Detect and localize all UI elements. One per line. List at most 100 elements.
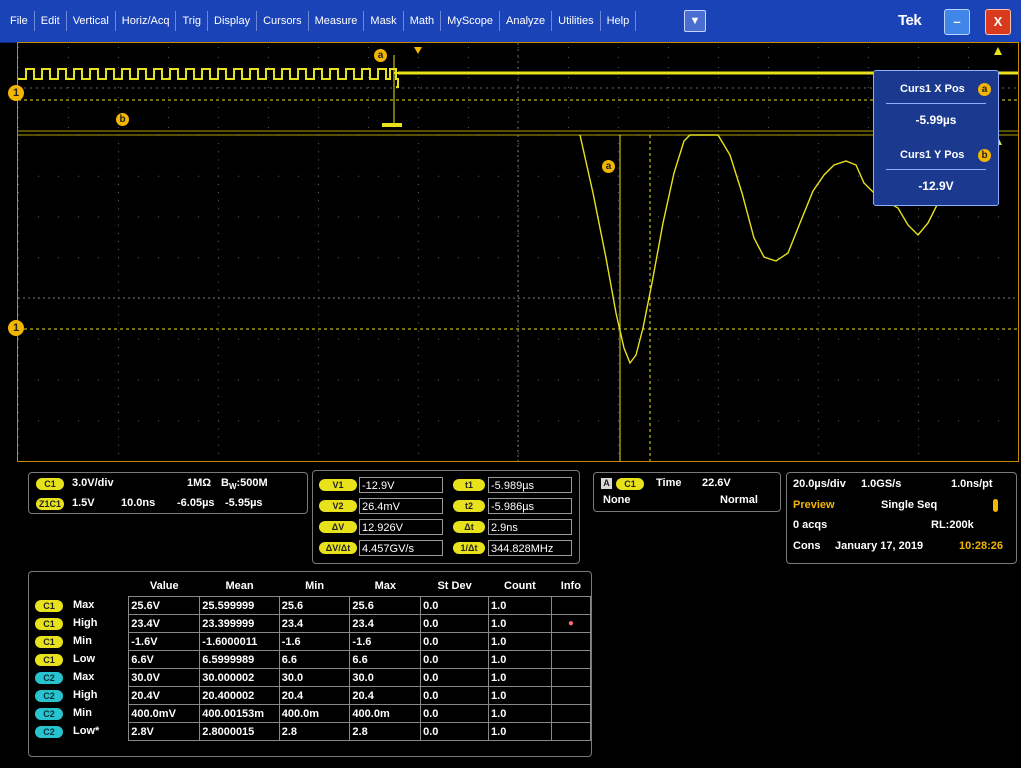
clock-time: 10:28:26 <box>959 540 1004 552</box>
meas-row-label: C1 Low <box>31 651 129 669</box>
trigger-mode: Normal <box>720 494 758 506</box>
meas-cell-max: 30.0 <box>349 668 422 687</box>
menu-edit[interactable]: Edit <box>35 11 67 31</box>
meas-cell-count: 1.0 <box>488 596 552 615</box>
sample-rate: 1.0GS/s <box>861 478 902 490</box>
meas-cell-value: 6.6V <box>128 650 201 669</box>
menu-cursors[interactable]: Cursors <box>257 11 309 31</box>
meas-cell-count: 1.0 <box>488 668 552 687</box>
menu-myscope[interactable]: MyScope <box>441 11 501 31</box>
thermometer-icon <box>993 499 998 512</box>
minimize-icon[interactable]: – <box>944 9 970 35</box>
date: January 17, 2019 <box>835 540 924 552</box>
menu-file[interactable]: File <box>4 11 35 31</box>
trigger-panel[interactable]: A C1 Time 22.6V None Normal <box>593 472 781 512</box>
meas-cell-max: 6.6 <box>349 650 422 669</box>
cursor-dt-value: 2.9ns <box>488 519 572 535</box>
close-icon[interactable]: X <box>985 9 1011 35</box>
trigger-source-pill[interactable]: C1 <box>616 478 644 490</box>
c1-vertical-scale: 3.0V/div <box>72 477 114 489</box>
meas-channel-pill: C2 <box>35 689 63 702</box>
ch1-main-marker[interactable]: 1 <box>8 320 24 336</box>
meas-cell-stdev: 0.0 <box>420 650 490 669</box>
meas-cell-max: 25.6 <box>349 596 422 615</box>
waveform-display[interactable] <box>17 42 1019 462</box>
meas-cell-count: 1.0 <box>488 686 552 705</box>
cursor-values-panel[interactable]: V1 -12.9V t1 -5.989µs V2 26.4mV t2 -5.986µs ΔV 12… <box>312 470 580 564</box>
meas-cell-value: 25.6V <box>128 596 201 615</box>
meas-header-mean: Mean <box>225 580 254 592</box>
meas-cell-mean: -1.6000011 <box>199 632 280 651</box>
cursor-b-overview-marker[interactable]: b <box>116 113 129 126</box>
c1-pill[interactable]: C1 <box>36 478 64 490</box>
table-row[interactable]: C2 High 20.4V 20.400002 20.4 20.4 0.0 1.0 <box>31 686 592 705</box>
meas-row-label: C1 High <box>31 615 129 633</box>
meas-cell-mean: 25.599999 <box>199 596 280 615</box>
meas-type-label: Max <box>73 598 95 611</box>
meas-cell-value: -1.6V <box>128 632 201 651</box>
meas-cell-mean: 2.8000015 <box>199 722 280 741</box>
cursor-dvdt-value: 4.457GV/s <box>359 540 443 556</box>
timebase: 20.0µs/div <box>793 478 846 490</box>
table-row[interactable]: C2 Low* 2.8V 2.8000015 2.8 2.8 0.0 1.0 <box>31 722 592 741</box>
table-row[interactable]: C1 Min -1.6V -1.6000011 -1.6 -1.6 0.0 1.0 <box>31 632 592 651</box>
meas-header-min: Min <box>305 580 325 592</box>
cursor-t1-pill: t1 <box>453 479 485 491</box>
table-row[interactable]: C2 Max 30.0V 30.000002 30.0 30.0 0.0 1.0 <box>31 668 592 687</box>
measurements-panel[interactable]: Value Mean Min Max St Dev Count Info C1 Max 25.6… <box>28 571 592 757</box>
overview-offscreen-icon <box>994 47 1002 55</box>
meas-type-label: Low* <box>73 724 100 737</box>
table-row[interactable]: C2 Min 400.0mV 400.00153m 400.0m 400.0m 0.0 1.0 <box>31 704 592 723</box>
cursor-b-badge: b <box>978 149 991 162</box>
meas-cell-value: 2.8V <box>128 722 201 741</box>
waveform-graticule[interactable] <box>18 43 1019 462</box>
cursor-v2-value: 26.4mV <box>359 498 443 514</box>
menu-utilities[interactable]: Utilities <box>552 11 601 31</box>
cursor-dv-pill: ΔV <box>319 521 357 533</box>
trigger-coupling: None <box>603 494 631 506</box>
meas-cell-max: -1.6 <box>349 632 422 651</box>
meas-cell-min: 400.0m <box>278 704 351 723</box>
cursor-readout-popup[interactable]: Curs1 X Pos a -5.99µs Curs1 Y Pos b -12.… <box>873 70 999 206</box>
menu-measure[interactable]: Measure <box>309 11 365 31</box>
meas-row-label: C1 Max <box>31 597 129 615</box>
z1c1-pill[interactable]: Z1C1 <box>36 498 64 510</box>
cursor-a-zoom-marker[interactable]: a <box>602 160 615 173</box>
menu-vertical[interactable]: Vertical <box>67 11 116 31</box>
meas-cell-info <box>550 722 592 741</box>
curs1-y-title: Curs1 Y Pos <box>900 149 965 161</box>
table-row[interactable]: C1 High 23.4V 23.399999 23.4 23.4 0.0 1.0 ● <box>31 614 592 633</box>
menu-help[interactable]: Help <box>601 11 637 31</box>
meas-cell-mean: 30.000002 <box>199 668 280 687</box>
meas-cell-mean: 6.5999989 <box>199 650 280 669</box>
meas-type-label: High <box>73 688 98 701</box>
cursor-inv-dt-value: 344.828MHz <box>488 540 572 556</box>
meas-cell-count: 1.0 <box>488 650 552 669</box>
meas-type-label: Low <box>73 652 95 665</box>
acquisition-panel[interactable]: 20.0µs/div 1.0GS/s 1.0ns/pt Preview Sing… <box>786 472 1017 564</box>
meas-cell-stdev: 0.0 <box>420 668 490 687</box>
preview-status: Preview <box>793 499 835 511</box>
meas-corner <box>31 576 129 597</box>
table-row[interactable]: C1 Max 25.6V 25.599999 25.6 25.6 0.0 1.0 <box>31 596 592 615</box>
menu-display[interactable]: Display <box>208 11 258 31</box>
cursor-a-overview-marker[interactable]: a <box>374 49 387 62</box>
menu-mask[interactable]: Mask <box>364 11 404 31</box>
channel-settings-panel[interactable]: C1 3.0V/div 1MΩ BW:500M Z1C1 1.5V 10.0ns… <box>28 472 308 514</box>
meas-cell-info <box>550 596 592 615</box>
meas-cell-min: 25.6 <box>278 596 351 615</box>
meas-cell-min: 6.6 <box>278 650 351 669</box>
ch1-zoom-marker[interactable]: 1 <box>8 85 24 101</box>
cursor-v1-value: -12.9V <box>359 477 443 493</box>
meas-cell-min: 23.4 <box>278 614 351 633</box>
menu-math[interactable]: Math <box>404 11 442 31</box>
chevron-down-icon[interactable]: ▼ <box>684 10 706 32</box>
meas-cell-stdev: 0.0 <box>420 686 490 705</box>
table-row[interactable]: C1 Low 6.6V 6.5999989 6.6 6.6 0.0 1.0 <box>31 650 592 669</box>
menu-horiz-acq[interactable]: Horiz/Acq <box>116 11 177 31</box>
cursor-v2-pill: V2 <box>319 500 357 512</box>
c1-coupling: 1MΩ <box>187 477 212 489</box>
menu-analyze[interactable]: Analyze <box>500 11 553 31</box>
meas-row-label: C2 Min <box>31 705 129 723</box>
menu-trig[interactable]: Trig <box>176 11 209 31</box>
